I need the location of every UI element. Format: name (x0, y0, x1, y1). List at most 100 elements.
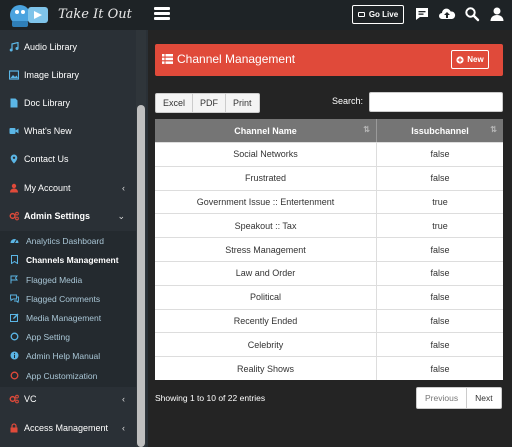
chevron-left-icon: ‹ (122, 394, 125, 404)
table-row: Speakout :: Tax true (155, 213, 503, 238)
new-button-label: New (467, 55, 484, 64)
issubchannel-cell: true (432, 220, 448, 231)
table-row: Reality Shows false (155, 356, 503, 380)
sidebar-item-label: Admin Settings (24, 211, 91, 221)
sidebar-subitem-label: Channels Management (26, 254, 119, 265)
comments-icon (10, 294, 19, 303)
image-icon (9, 70, 19, 80)
previous-page-button[interactable]: Previous (417, 388, 468, 408)
channel-name-cell: Political (155, 285, 377, 309)
user-icon[interactable] (489, 6, 505, 22)
issubchannel-cell: true (432, 196, 448, 207)
top-bar: Take It Out Go Live (0, 0, 512, 30)
main-content: Channel Management New Excel PDF Print S… (148, 30, 512, 447)
sidebar-item-admin-settings[interactable]: Admin Settings ⌄ (0, 202, 136, 230)
export-button-group: Excel PDF Print (155, 93, 260, 113)
channel-name-cell: Reality Shows (155, 357, 377, 380)
cogs-icon (9, 211, 19, 221)
sidebar-subitem-flagged-comments[interactable]: Flagged Comments (0, 289, 136, 308)
sidebar-item-doc-library[interactable]: Doc Library (0, 89, 136, 117)
list-icon (162, 54, 173, 64)
column-header-issubchannel[interactable]: Issubchannel ⇅ (377, 119, 503, 142)
table-row: Stress Management false (155, 237, 503, 261)
channel-name-cell: Stress Management (155, 238, 377, 261)
sidebar-subitem-analytics-dashboard[interactable]: Analytics Dashboard (0, 231, 136, 250)
export-pdf-button[interactable]: PDF (193, 94, 227, 112)
table-row: Political false (155, 284, 503, 309)
sidebar-subitem-label: App Customization (26, 370, 98, 381)
sidebar-item-vc[interactable]: VC ‹ (0, 385, 136, 413)
sidebar-item-label: My Account (24, 183, 71, 193)
document-icon (10, 98, 18, 108)
sidebar-subitem-flagged-media[interactable]: Flagged Media (0, 270, 136, 289)
menu-toggle-icon[interactable] (154, 7, 170, 21)
sidebar-subitem-media-management[interactable]: Media Management (0, 308, 136, 327)
chevron-left-icon: ‹ (122, 423, 125, 433)
sidebar-subitem-app-setting[interactable]: App Setting (0, 327, 136, 346)
cogs-icon (9, 394, 19, 404)
sidebar-subitem-label: Flagged Comments (26, 293, 101, 304)
sidebar-item-my-account[interactable]: My Account ‹ (0, 174, 136, 202)
search-icon[interactable] (464, 6, 480, 22)
pagination: Previous Next (416, 387, 502, 409)
sidebar-subitem-label: Flagged Media (26, 274, 83, 285)
column-header-label: Issubchannel (411, 125, 469, 136)
go-live-button[interactable]: Go Live (352, 5, 404, 24)
sidebar-subitem-label: Admin Help Manual (26, 350, 101, 361)
logo-mascot-icon (10, 5, 48, 27)
sidebar-scrollbar[interactable] (137, 105, 145, 447)
map-marker-icon (10, 154, 18, 164)
table-info-text: Showing 1 to 10 of 22 entries (155, 393, 266, 403)
sidebar-subitem-channels-management[interactable]: Channels Management (0, 250, 136, 269)
channel-name-cell: Social Networks (155, 143, 377, 166)
export-excel-button[interactable]: Excel (156, 94, 194, 112)
cloud-upload-icon[interactable] (438, 6, 456, 22)
issubchannel-cell: false (430, 363, 450, 374)
column-header-label: Channel Name (234, 125, 297, 136)
table-header: Channel Name ⇅ Issubchannel ⇅ (155, 119, 503, 142)
sidebar-item-whats-new[interactable]: What's New (0, 117, 136, 145)
flag-icon (10, 275, 18, 284)
lock-icon (10, 423, 18, 433)
table-row: Celebrity false (155, 332, 503, 357)
print-button[interactable]: Print (226, 94, 259, 112)
page-header: Channel Management New (155, 44, 503, 76)
column-header-channel-name[interactable]: Channel Name ⇅ (155, 119, 377, 142)
sidebar-item-access-management[interactable]: Access Management ‹ (0, 414, 136, 442)
chevron-left-icon: ‹ (122, 183, 125, 193)
sidebar-subitem-label: App Setting (26, 331, 70, 342)
table-row: Social Networks false (155, 142, 503, 166)
circle-icon (10, 371, 19, 380)
issubchannel-cell: false (430, 339, 450, 350)
sidebar-item-label: Image Library (24, 70, 80, 80)
music-icon (9, 42, 19, 52)
sidebar-item-label: Audio Library (24, 42, 78, 52)
app-logo[interactable]: Take It Out (6, 1, 140, 29)
sidebar-subitem-label: Media Management (26, 312, 102, 323)
user-icon (10, 183, 18, 193)
go-live-label: Go Live (368, 10, 399, 19)
channel-name-cell: Frustrated (155, 166, 377, 190)
page-title: Channel Management (177, 52, 296, 66)
search-input[interactable] (369, 92, 503, 112)
sidebar-subitem-admin-help-manual[interactable]: Admin Help Manual (0, 346, 136, 365)
new-channel-button[interactable]: New (451, 50, 489, 69)
channel-name-cell: Law and Order (155, 261, 377, 285)
sidebar-subitem-app-customization[interactable]: App Customization (0, 366, 136, 385)
sidebar-item-label: Doc Library (24, 98, 71, 108)
issubchannel-cell: false (430, 268, 450, 279)
sidebar-item-audio-library[interactable]: Audio Library (0, 33, 136, 61)
issubchannel-cell: false (430, 292, 450, 303)
channels-table: Channel Name ⇅ Issubchannel ⇅ Social Net… (155, 119, 503, 380)
sidebar-item-label: VC (24, 394, 37, 404)
plus-circle-icon (456, 55, 464, 64)
sidebar-item-image-library[interactable]: Image Library (0, 61, 136, 89)
table-row: Frustrated false (155, 165, 503, 190)
next-page-button[interactable]: Next (467, 388, 500, 408)
channel-name-cell: Government Issue :: Entertenment (155, 190, 377, 214)
sidebar-item-contact-us[interactable]: Contact Us (0, 145, 136, 173)
sidebar-item-label: What's New (24, 126, 72, 136)
chat-icon[interactable] (414, 6, 430, 22)
issubchannel-cell: false (430, 244, 450, 255)
chevron-down-icon: ⌄ (117, 211, 125, 221)
